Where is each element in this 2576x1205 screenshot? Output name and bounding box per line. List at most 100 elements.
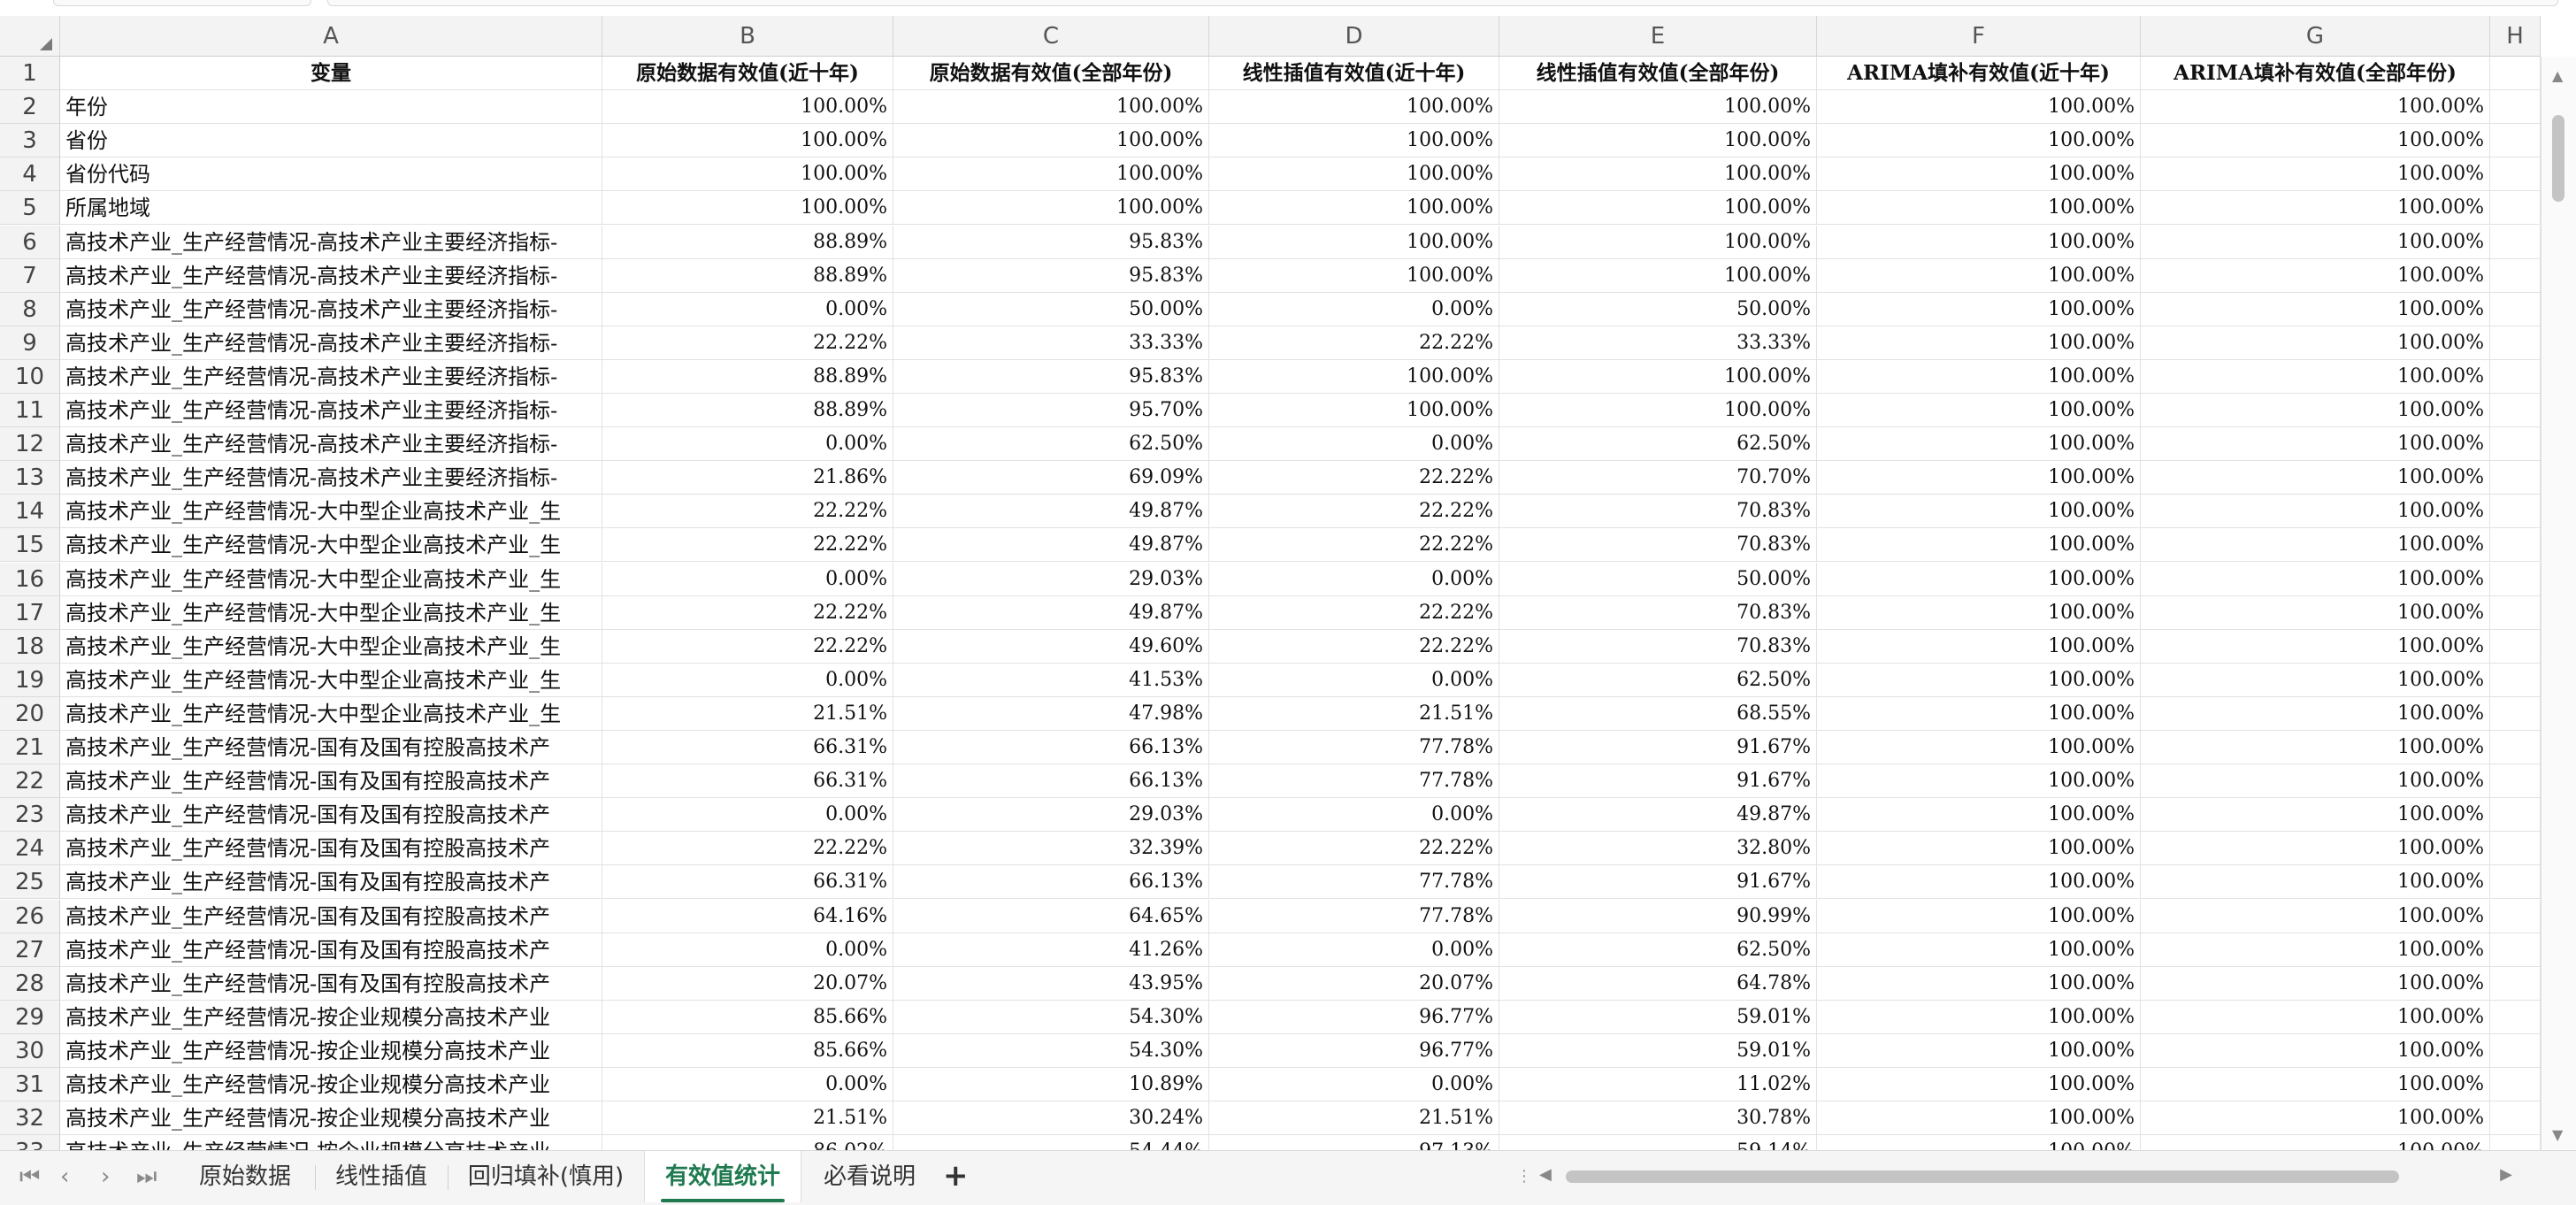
table-cell[interactable]: 0.00%	[602, 427, 893, 462]
table-cell[interactable]: 95.70%	[893, 394, 1209, 428]
table-cell[interactable]	[2490, 663, 2541, 697]
table-cell[interactable]: 100.00%	[1817, 359, 2141, 394]
table-cell[interactable]	[2490, 124, 2541, 158]
table-cell[interactable]: 59.01%	[1499, 1000, 1817, 1034]
table-cell[interactable]	[2490, 629, 2541, 664]
table-cell[interactable]	[2490, 157, 2541, 192]
table-cell[interactable]	[2490, 225, 2541, 259]
table-cell[interactable]: 70.83%	[1499, 495, 1817, 529]
table-cell[interactable]: 100.00%	[1499, 394, 1817, 428]
table-cell[interactable]: 100.00%	[1817, 798, 2141, 833]
scroll-up-icon[interactable]: ▲	[2552, 67, 2563, 84]
header-cell[interactable]: 线性插值有效值(近十年)	[1209, 57, 1499, 91]
table-cell[interactable]: 66.13%	[893, 865, 1209, 900]
table-cell[interactable]: 100.00%	[1817, 326, 2141, 360]
table-cell[interactable]: 22.22%	[1209, 832, 1499, 866]
row-header[interactable]: 19	[0, 663, 60, 697]
table-cell[interactable]	[2490, 798, 2541, 833]
table-cell[interactable]: 高技术产业_生产经营情况-高技术产业主要经济指标-	[60, 225, 602, 259]
table-cell[interactable]: 96.77%	[1209, 1033, 1499, 1068]
table-cell[interactable]: 88.89%	[602, 258, 893, 293]
table-cell[interactable]: 100.00%	[2141, 966, 2490, 1001]
row-header[interactable]: 7	[0, 258, 60, 293]
table-cell[interactable]: 100.00%	[2141, 629, 2490, 664]
table-cell[interactable]: 高技术产业_生产经营情况-高技术产业主要经济指标-	[60, 394, 602, 428]
row-header[interactable]: 16	[0, 562, 60, 596]
table-cell[interactable]: 100.00%	[893, 157, 1209, 192]
header-cell[interactable]: 变量	[60, 57, 602, 91]
table-cell[interactable]: 22.22%	[602, 495, 893, 529]
table-cell[interactable]: 100.00%	[1817, 461, 2141, 495]
table-cell[interactable]: 22.22%	[1209, 326, 1499, 360]
table-cell[interactable]: 100.00%	[1209, 90, 1499, 125]
table-cell[interactable]: 100.00%	[2141, 1101, 2490, 1136]
row-header[interactable]: 22	[0, 764, 60, 799]
table-cell[interactable]: 高技术产业_生产经营情况-高技术产业主要经济指标-	[60, 326, 602, 360]
table-cell[interactable]: 100.00%	[1817, 696, 2141, 731]
row-header[interactable]: 26	[0, 899, 60, 933]
table-cell[interactable]: 49.87%	[893, 495, 1209, 529]
table-cell[interactable]	[2490, 326, 2541, 360]
table-cell[interactable]: 91.67%	[1499, 764, 1817, 799]
table-cell[interactable]: 0.00%	[1209, 933, 1499, 967]
table-cell[interactable]: 高技术产业_生产经营情况-高技术产业主要经济指标-	[60, 258, 602, 293]
table-cell[interactable]: 62.50%	[1499, 427, 1817, 462]
table-cell[interactable]: 22.22%	[602, 832, 893, 866]
table-cell[interactable]: 100.00%	[1817, 562, 2141, 596]
table-cell[interactable]: 21.86%	[602, 461, 893, 495]
table-cell[interactable]: 高技术产业_生产经营情况-大中型企业高技术产业_生	[60, 663, 602, 697]
table-cell[interactable]	[2490, 696, 2541, 731]
table-cell[interactable]: 100.00%	[602, 191, 893, 226]
split-grip-icon[interactable]: ⋮	[1516, 1167, 1532, 1186]
table-cell[interactable]: 100.00%	[2141, 427, 2490, 462]
vertical-scrollbar[interactable]: ▲ ▼	[2541, 57, 2576, 1150]
table-cell[interactable]	[2490, 899, 2541, 933]
table-cell[interactable]	[2490, 731, 2541, 765]
table-cell[interactable]: 100.00%	[2141, 933, 2490, 967]
header-cell[interactable]: 线性插值有效值(全部年份)	[1499, 57, 1817, 91]
table-cell[interactable]: 100.00%	[1817, 966, 2141, 1001]
table-cell[interactable]: 33.33%	[1499, 326, 1817, 360]
table-cell[interactable]: 100.00%	[2141, 832, 2490, 866]
table-cell[interactable]: 30.78%	[1499, 1101, 1817, 1136]
table-cell[interactable]: 0.00%	[602, 933, 893, 967]
table-cell[interactable]: 43.95%	[893, 966, 1209, 1001]
row-header[interactable]: 29	[0, 1000, 60, 1034]
table-cell[interactable]: 50.00%	[1499, 562, 1817, 596]
next-sheet-icon[interactable]: ›	[101, 1163, 110, 1190]
table-cell[interactable]: 11.02%	[1499, 1068, 1817, 1102]
table-cell[interactable]: 85.66%	[602, 1033, 893, 1068]
table-cell[interactable]: 高技术产业_生产经营情况-国有及国有控股高技术产	[60, 899, 602, 933]
table-cell[interactable]: 高技术产业_生产经营情况-大中型企业高技术产业_生	[60, 562, 602, 596]
table-cell[interactable]: 100.00%	[893, 90, 1209, 125]
table-cell[interactable]: 100.00%	[602, 90, 893, 125]
table-cell[interactable]: 64.65%	[893, 899, 1209, 933]
header-cell[interactable]: ARIMA填补有效值(全部年份)	[2141, 57, 2490, 91]
table-cell[interactable]: 100.00%	[1817, 933, 2141, 967]
tab-linear-interp[interactable]: 线性插值	[320, 1151, 442, 1202]
row-header[interactable]: 14	[0, 495, 60, 529]
row-header[interactable]: 20	[0, 696, 60, 731]
row-header[interactable]: 28	[0, 966, 60, 1001]
table-cell[interactable]: 高技术产业_生产经营情况-国有及国有控股高技术产	[60, 832, 602, 866]
table-cell[interactable]: 100.00%	[1817, 832, 2141, 866]
table-cell[interactable]: 0.00%	[602, 292, 893, 326]
row-header[interactable]: 18	[0, 629, 60, 664]
row-header[interactable]: 23	[0, 798, 60, 833]
table-cell[interactable]	[2490, 865, 2541, 900]
first-sheet-icon[interactable]: ⏮	[19, 1163, 40, 1191]
table-cell[interactable]	[2490, 966, 2541, 1001]
table-cell[interactable]: 21.51%	[602, 696, 893, 731]
table-cell[interactable]: 高技术产业_生产经营情况-大中型企业高技术产业_生	[60, 495, 602, 529]
table-cell[interactable]: 70.83%	[1499, 595, 1817, 630]
table-cell[interactable]: 95.83%	[893, 258, 1209, 293]
table-cell[interactable]: 高技术产业_生产经营情况-国有及国有控股高技术产	[60, 865, 602, 900]
header-cell[interactable]: 原始数据有效值(近十年)	[602, 57, 893, 91]
table-cell[interactable]: 100.00%	[602, 157, 893, 192]
row-header[interactable]: 3	[0, 124, 60, 158]
add-sheet-icon[interactable]: +	[943, 1158, 969, 1193]
table-cell[interactable]: 100.00%	[1817, 1033, 2141, 1068]
prev-sheet-icon[interactable]: ‹	[60, 1163, 69, 1190]
table-cell[interactable]: 66.31%	[602, 865, 893, 900]
table-cell[interactable]: 100.00%	[1209, 394, 1499, 428]
